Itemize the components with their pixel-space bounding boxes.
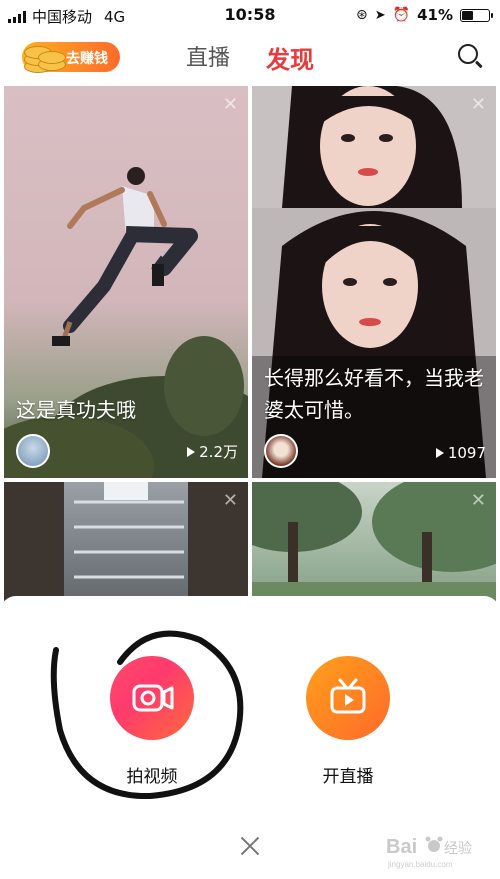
video-thumbnail: [4, 482, 248, 612]
close-icon[interactable]: [238, 834, 262, 858]
view-count: 1097: [435, 444, 486, 462]
top-nav: 去赚钱 直播 发现: [0, 30, 500, 84]
card-title: 长得那么好看不，当我老婆太可惜。: [264, 366, 484, 422]
feed-card-portrait[interactable]: ✕ 长得那么好看不，当我老婆太可惜。 1097: [252, 86, 496, 478]
go-live-label: 开直播: [322, 767, 374, 787]
battery-icon: [460, 8, 493, 22]
feed-card-kungfu[interactable]: ✕ 这是真功夫哦 2.2万: [4, 86, 248, 478]
status-bar: 中国移动 4G 10:58 ⊛ ➤ ⏰ 41%: [0, 0, 500, 30]
earn-money-button[interactable]: 去赚钱: [22, 42, 120, 73]
go-live-button[interactable]: [306, 656, 390, 740]
baidu-watermark: Bai 经验 jingyan.baidu.com: [386, 836, 472, 869]
svg-text:Bai: Bai: [386, 836, 417, 858]
play-icon: [187, 447, 196, 457]
dismiss-icon[interactable]: ✕: [471, 490, 486, 511]
view-count: 2.2万: [187, 441, 238, 462]
location-icon: ➤: [374, 7, 386, 23]
card-title: 这是真功夫哦: [16, 398, 136, 422]
tab-discover[interactable]: 发现: [266, 40, 314, 75]
search-icon[interactable]: [458, 44, 478, 64]
play-icon: [435, 448, 444, 458]
coins-icon: [22, 42, 66, 73]
feed-card-building[interactable]: ✕: [4, 482, 248, 612]
dismiss-icon[interactable]: ✕: [223, 490, 238, 511]
rotation-lock-icon: ⊛: [356, 7, 368, 23]
shoot-video-button[interactable]: [110, 656, 194, 740]
live-tv-icon: [330, 678, 366, 714]
svg-text:经验: 经验: [444, 840, 472, 856]
battery-percent: 41%: [417, 6, 453, 24]
feed-card-trees[interactable]: ✕: [252, 482, 496, 612]
tab-live[interactable]: 直播: [186, 40, 230, 72]
video-thumbnail: [252, 482, 496, 612]
dismiss-icon[interactable]: ✕: [223, 94, 238, 115]
svg-text:jingyan.baidu.com: jingyan.baidu.com: [387, 860, 453, 869]
video-camera-icon: [132, 684, 174, 712]
alarm-icon: ⏰: [392, 7, 411, 23]
earn-money-label: 去赚钱: [66, 51, 108, 67]
author-avatar[interactable]: [16, 434, 50, 468]
dismiss-icon[interactable]: ✕: [471, 94, 486, 115]
shoot-video-label: 拍视频: [126, 767, 178, 787]
author-avatar[interactable]: [264, 434, 298, 468]
